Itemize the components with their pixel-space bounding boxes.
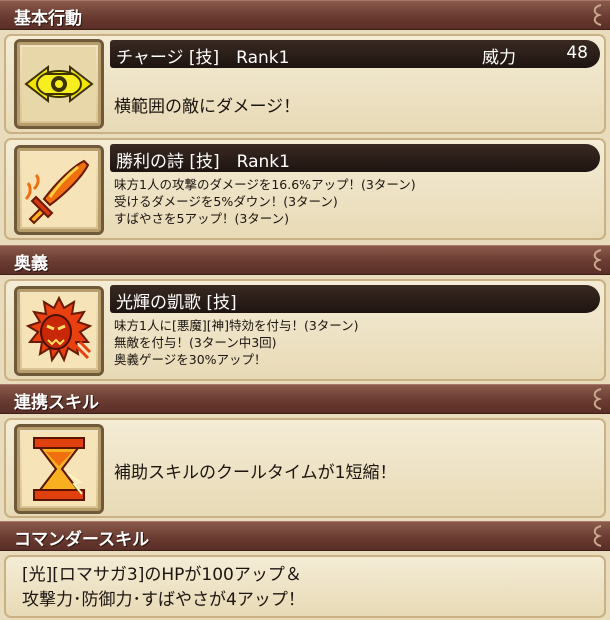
hourglass-icon <box>22 432 96 506</box>
skill-name: 勝利の詩 [技] Rank1 <box>116 152 290 172</box>
scroll-curl-icon <box>593 4 603 26</box>
skill-description: 横範囲の敵にダメージ！ <box>114 97 301 117</box>
scroll-curl-icon <box>593 525 603 547</box>
skill-icon-frame <box>14 286 104 376</box>
skill-icon-frame <box>14 424 104 514</box>
skill-description: 補助スキルのクールタイムが1短縮！ <box>114 463 397 483</box>
power-label: 威力 <box>482 48 516 68</box>
skill-card-victory[interactable]: 勝利の詩 [技] Rank1 味方1人の攻撃のダメージを16.6%アップ！(3タ… <box>4 138 606 240</box>
skill-description: 味方1人に[悪魔][神]特効を付与！(3ターン) 無敵を付与！(3ターン中3回)… <box>114 317 359 368</box>
skill-title-bar: チャージ [技] Rank1 威力 48 <box>110 40 600 68</box>
effect-line: すばやさを5アップ！(3ターン) <box>114 211 290 226</box>
eye-sigil-icon <box>22 47 96 121</box>
effect-line: 受けるダメージを5%ダウン！(3ターン) <box>114 194 338 209</box>
section-title: 基本行動 <box>14 9 82 29</box>
effect-line: 奥義ゲージを30%アップ！ <box>114 352 267 367</box>
skill-title-bar: 勝利の詩 [技] Rank1 <box>110 144 600 172</box>
commander-skill-card[interactable]: [光][ロマサガ3]のHPが100アップ＆ 攻撃力･防御力･すばやさが4アップ！ <box>4 555 606 618</box>
section-title: 奥義 <box>14 254 48 274</box>
scroll-curl-icon <box>593 388 603 410</box>
effect-line: 無敵を付与！(3ターン中3回) <box>114 335 277 350</box>
skill-name: チャージ [技] Rank1 <box>116 48 290 68</box>
section-header-commander: コマンダースキル <box>0 521 610 551</box>
skill-icon-frame <box>14 39 104 129</box>
commander-description: [光][ロマサガ3]のHPが100アップ＆ 攻撃力･防御力･すばやさが4アップ！ <box>22 563 305 613</box>
skill-name: 光輝の凱歌 [技] <box>116 293 237 313</box>
skill-icon-frame <box>14 145 104 235</box>
section-title: コマンダースキル <box>14 530 150 550</box>
section-header-ougi: 奥義 <box>0 245 610 275</box>
skill-card-radiant[interactable]: 光輝の凱歌 [技] 味方1人に[悪魔][神]特効を付与！(3ターン) 無敵を付与… <box>4 279 606 381</box>
demon-face-icon <box>22 294 96 368</box>
flaming-sword-icon <box>22 153 96 227</box>
section-title: 連携スキル <box>14 393 99 413</box>
effect-line: 味方1人の攻撃のダメージを16.6%アップ！(3ターン) <box>114 177 416 192</box>
power-value: 48 <box>566 43 588 63</box>
section-header-basic: 基本行動 <box>0 0 610 30</box>
scroll-curl-icon <box>593 249 603 271</box>
effect-line: 味方1人に[悪魔][神]特効を付与！(3ターン) <box>114 318 359 333</box>
skill-title-bar: 光輝の凱歌 [技] <box>110 285 600 313</box>
section-header-renkei: 連携スキル <box>0 384 610 414</box>
skill-card-charge[interactable]: チャージ [技] Rank1 威力 48 横範囲の敵にダメージ！ <box>4 34 606 134</box>
skill-card-link[interactable]: 補助スキルのクールタイムが1短縮！ <box>4 418 606 518</box>
commander-line: [光][ロマサガ3]のHPが100アップ＆ <box>22 565 302 585</box>
commander-line: 攻撃力･防御力･すばやさが4アップ！ <box>22 590 305 610</box>
skill-description: 味方1人の攻撃のダメージを16.6%アップ！(3ターン) 受けるダメージを5%ダ… <box>114 176 416 227</box>
